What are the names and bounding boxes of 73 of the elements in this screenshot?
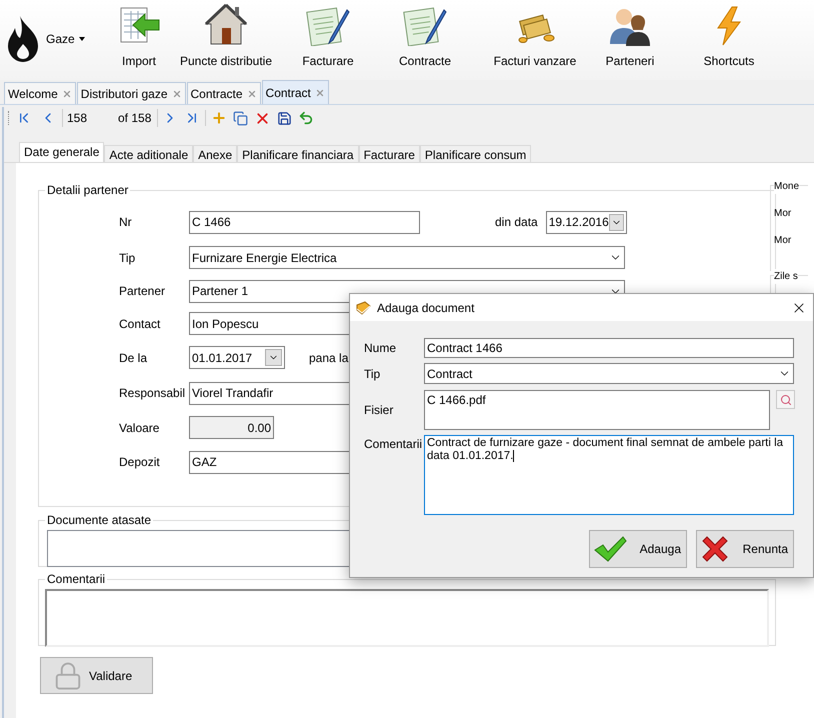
dialog-button[interactable]: Adauga <box>589 530 687 568</box>
search-icon <box>780 394 792 406</box>
copy-icon[interactable] <box>233 110 248 126</box>
field-label: Mor <box>774 207 792 221</box>
date-picker[interactable]: 01.01.2017 <box>189 346 285 369</box>
field-label: Nume <box>364 340 398 357</box>
book-icon <box>356 300 371 314</box>
field-label: Tip <box>119 250 136 266</box>
file-field[interactable]: C 1466.pdf <box>424 390 770 430</box>
document-pen-icon <box>402 6 448 46</box>
field-label: De la <box>119 350 148 366</box>
app-menu[interactable]: Gaze <box>46 30 85 48</box>
ribbon-button[interactable]: Facturi vanzare <box>480 2 590 70</box>
document-tab[interactable]: Contracte <box>186 82 261 104</box>
group-title: Detalii partener <box>46 182 130 199</box>
validate-button[interactable]: Validare <box>40 657 153 694</box>
text-cursor <box>513 450 514 462</box>
ribbon-button[interactable]: Puncte distributie <box>166 2 286 70</box>
field-label: Nr <box>119 214 133 231</box>
ribbon-button[interactable]: Parteneri <box>590 2 670 70</box>
checkmark-icon <box>593 536 627 562</box>
form-tab[interactable]: Anexe <box>193 145 238 162</box>
ribbon-button[interactable]: Contracte <box>370 2 480 70</box>
field-label: din data <box>495 214 538 231</box>
group-title: Zile s <box>774 269 798 284</box>
save-icon[interactable] <box>277 110 292 126</box>
field-label: pana la <box>309 350 348 366</box>
form-tab[interactable]: Planificare financiara <box>237 145 359 162</box>
lightning-icon <box>714 6 744 46</box>
form-tab[interactable]: Planificare consum <box>420 145 532 162</box>
dialog-button[interactable]: Renunta <box>696 530 794 568</box>
field-label: Valoare <box>119 420 160 436</box>
field-label: Responsabil <box>119 385 186 402</box>
form-tab[interactable]: Date generale <box>19 142 104 162</box>
undo-icon[interactable] <box>298 110 314 126</box>
type-dropdown[interactable]: Contract <box>424 363 794 384</box>
ribbon-button[interactable]: Import <box>112 2 166 70</box>
cross-icon <box>700 534 730 564</box>
field-label: Tip <box>364 366 382 382</box>
field-label: Mor <box>774 234 792 248</box>
ribbon-button[interactable]: Shortcuts <box>670 2 788 70</box>
field-label: Fisier <box>364 402 394 419</box>
group-title: Documente atasate <box>46 512 152 529</box>
dialog-title: Adauga document <box>377 300 474 316</box>
dropdown-button[interactable] <box>608 214 624 230</box>
comments-field[interactable] <box>45 589 769 647</box>
document-tab[interactable]: Welcome <box>4 82 76 104</box>
date-picker[interactable]: 19.12.2016 <box>546 210 627 234</box>
flame-icon <box>6 16 40 62</box>
text-field[interactable]: C 1466 <box>189 210 420 234</box>
record-count: of 158 <box>118 109 158 127</box>
name-field[interactable]: Contract 1466 <box>424 338 794 358</box>
field-label: Contact <box>119 316 162 332</box>
people-icon <box>608 6 652 46</box>
padlock-icon <box>53 660 83 690</box>
comments-field[interactable]: Contract de furnizare gaze - document final semnat de ambele parti la data 01.01.2017. <box>424 435 794 515</box>
field-label: Depozit <box>119 454 161 471</box>
group-title: Comentarii <box>46 571 106 588</box>
field-label: Comentarii <box>364 436 424 453</box>
value-field: 0.00 <box>189 416 274 439</box>
dropdown[interactable]: Furnizare Energie Electrica <box>189 246 625 269</box>
field-label: Partener <box>119 283 166 300</box>
ribbon-button[interactable]: Facturare <box>286 2 370 70</box>
browse-button[interactable] <box>776 390 795 409</box>
dropdown-arrow-icon <box>78 37 85 41</box>
document-tab[interactable]: Contract <box>262 80 329 104</box>
group-title: Mone <box>774 179 800 194</box>
document-pen-icon <box>305 6 351 46</box>
form-tab[interactable]: Acte aditionale <box>104 145 194 162</box>
document-tab[interactable]: Distributori gaze <box>76 82 186 104</box>
record-position-field[interactable]: 158 <box>62 109 116 127</box>
house-icon <box>204 2 248 46</box>
form-tab[interactable]: Facturare <box>358 145 420 162</box>
